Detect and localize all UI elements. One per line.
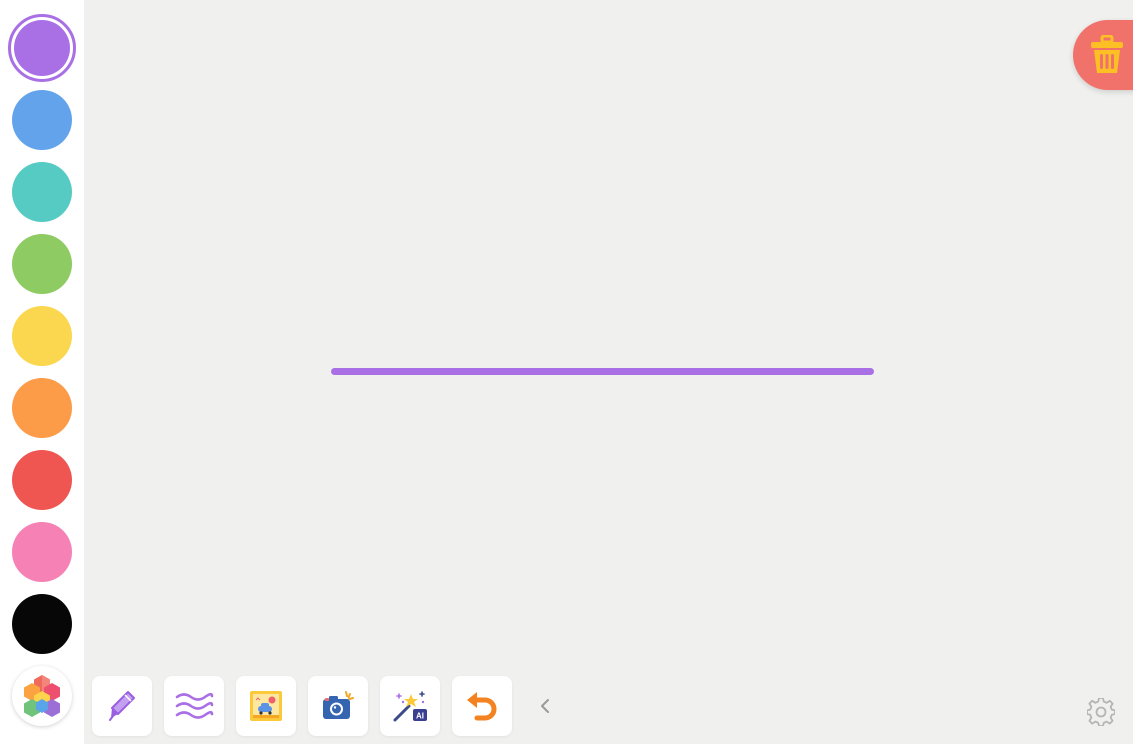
magic-wand-ai-icon: AI: [393, 691, 427, 722]
color-swatch-pink[interactable]: [12, 522, 72, 582]
pen-tool-button[interactable]: [92, 676, 152, 736]
pen-icon: [109, 691, 135, 721]
color-hexagon-icon: [24, 675, 60, 717]
color-swatch-blue[interactable]: [12, 90, 72, 150]
color-swatch-orange[interactable]: [12, 378, 72, 438]
settings-button[interactable]: [1085, 696, 1117, 728]
color-swatch-yellow[interactable]: [12, 306, 72, 366]
trash-icon: [1091, 35, 1123, 73]
picture-frame-icon: [250, 691, 282, 721]
more-colors-button[interactable]: [12, 666, 72, 726]
swatch-fill: [14, 20, 70, 76]
color-swatch-green[interactable]: [12, 234, 72, 294]
camera-tool-button[interactable]: [308, 676, 368, 736]
wave-tool-button[interactable]: [164, 676, 224, 736]
gear-icon: [1087, 698, 1115, 726]
color-swatch-purple[interactable]: [8, 14, 76, 82]
color-swatch-red[interactable]: [12, 450, 72, 510]
sticker-tool-button[interactable]: [236, 676, 296, 736]
ai-tool-button[interactable]: AI: [380, 676, 440, 736]
wave-lines-icon: [175, 692, 214, 719]
undo-tool-button[interactable]: [452, 676, 512, 736]
camera-icon: [323, 691, 354, 719]
collapse-toolbar-button[interactable]: [535, 694, 555, 718]
ai-badge-label: AI: [416, 712, 424, 721]
color-sidebar: [0, 0, 84, 744]
chevron-left-icon: [541, 699, 549, 713]
undo-icon: [467, 692, 497, 721]
purple-line-stroke: [331, 368, 874, 375]
color-swatch-teal[interactable]: [12, 162, 72, 222]
color-swatch-black[interactable]: [12, 594, 72, 654]
